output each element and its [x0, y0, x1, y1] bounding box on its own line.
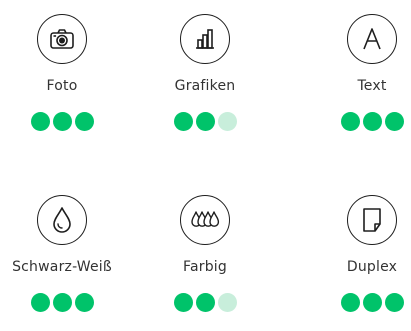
- rating-dot-filled: [362, 112, 382, 131]
- feature-grafiken: Grafiken: [137, 14, 273, 131]
- camera-icon: [37, 14, 87, 64]
- feature-schwarz-weiss: Schwarz-Weiß: [0, 195, 130, 312]
- feature-duplex: Duplex: [304, 195, 411, 312]
- ink-drop-icon: [37, 195, 87, 245]
- rating-dots: [340, 112, 404, 131]
- feature-farbig: Farbig: [137, 195, 273, 312]
- rating-dot-filled: [74, 293, 94, 312]
- letter-a-icon: [347, 14, 397, 64]
- rating-dot-empty: [217, 293, 237, 312]
- rating-dot-filled: [74, 112, 94, 131]
- rating-dot-filled: [362, 293, 382, 312]
- rating-dot-filled: [173, 112, 193, 131]
- feature-label: Text: [357, 78, 387, 94]
- rating-dot-filled: [384, 293, 404, 312]
- rating-dots: [173, 293, 237, 312]
- rating-dot-filled: [173, 293, 193, 312]
- rating-dots: [173, 112, 237, 131]
- feature-label: Farbig: [183, 259, 227, 275]
- feature-label: Grafiken: [174, 78, 236, 94]
- rating-dot-empty: [217, 112, 237, 131]
- feature-label: Duplex: [346, 259, 398, 275]
- rating-dot-filled: [30, 112, 50, 131]
- rating-dots: [340, 293, 404, 312]
- rating-dot-filled: [195, 293, 215, 312]
- rating-dot-filled: [384, 112, 404, 131]
- rating-dot-filled: [195, 112, 215, 131]
- rating-dot-filled: [30, 293, 50, 312]
- rating-dot-filled: [340, 112, 360, 131]
- feature-text: Text: [304, 14, 411, 131]
- feature-label: Foto: [46, 78, 78, 94]
- feature-label: Schwarz-Weiß: [12, 259, 112, 275]
- feature-foto: Foto: [0, 14, 130, 131]
- folded-page-icon: [347, 195, 397, 245]
- bar-chart-icon: [180, 14, 230, 64]
- rating-dot-filled: [52, 112, 72, 131]
- multiple-ink-drops-icon: [180, 195, 230, 245]
- rating-dot-filled: [340, 293, 360, 312]
- rating-dots: [30, 112, 94, 131]
- rating-dots: [30, 293, 94, 312]
- rating-dot-filled: [52, 293, 72, 312]
